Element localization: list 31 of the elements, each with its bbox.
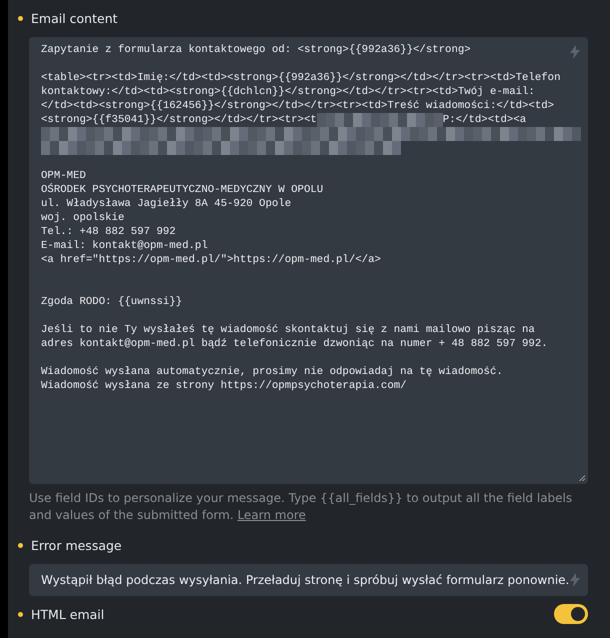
help-text: Use field IDs to personalize your message. Type {{all_fields}} to output all the field labels and values of the submitted form. Learn more [29, 490, 574, 524]
code-line: <a href="https://opm-med.pl/">https://opm-med.pl/</a> [41, 253, 381, 267]
code-line: OPM-MED [41, 169, 86, 183]
learn-more-link[interactable]: Learn more [237, 508, 306, 522]
lightning-icon[interactable] [570, 45, 580, 59]
code-line: E-mail: kontakt@opm-med.pl [41, 239, 208, 253]
code-line: <table><tr><td>Imię:</td><td><strong>{{992a36}}</strong></td></tr><tr><td>Telefon [41, 71, 560, 85]
bullet-dot [18, 16, 23, 20]
bullet-dot [18, 542, 23, 548]
code-line: Zgoda RODO: {{uwnssi}} [41, 295, 182, 309]
field-label: Email content [31, 10, 118, 26]
code-line: Wiadomość wysłana ze strony https://opmpsychoterapia.com/ [41, 379, 407, 393]
code-line: OŚRODEK PSYCHOTERAPEUTYCZNO-MEDYCZNY W OPOLU [41, 183, 324, 197]
code-line: Tel.: +48 882 597 992 [41, 225, 176, 239]
bullet-dot [18, 612, 23, 616]
email-content-field[interactable] [29, 37, 588, 484]
code-line: kontaktowy:</td><td><strong>{{dchlcn}}</strong></td></tr><tr><td>Twój e-mail: [41, 85, 535, 99]
code-line: P:</td><td><a [442, 113, 526, 127]
code-line: </td><td><strong>{{162456}}</strong></td></tr><tr><td>Treść wiadomości:</td><td> [41, 99, 554, 113]
code-line: Zapytanie z formularza kontaktowego od: <strong>{{992a36}}</strong> [41, 43, 471, 57]
code-line: Jeśli to nie Ty wysłałeś tę wiadomość skontaktuj się z nami mailowo pisząc na [41, 323, 535, 337]
lightning-icon[interactable] [570, 573, 580, 587]
code-line: Wiadomość wysłana automatycznie, prosimy nie odpowiadaj na tę wiadomość. [41, 365, 503, 379]
toggle-switch[interactable] [554, 604, 588, 624]
field-label: HTML email [31, 606, 104, 622]
code-line: ul. Władysława Jagiełły 8A 45-920 Opole [41, 197, 292, 211]
code-line: woj. opolskie [41, 211, 124, 225]
error-message-field[interactable]: Wystąpił błąd podczas wysyłania. Przeładuj stronę i spróbuj wysłać formularz ponownie. [29, 564, 588, 596]
field-label: Error message [31, 538, 122, 552]
code-line: adres kontakt@opm-med.pl bądź telefonicznie dzwoniąc na numer + 48 882 597 992. [41, 337, 548, 351]
code-line: <strong>{{f35041}}</strong></td></tr><tr><t [41, 113, 317, 127]
